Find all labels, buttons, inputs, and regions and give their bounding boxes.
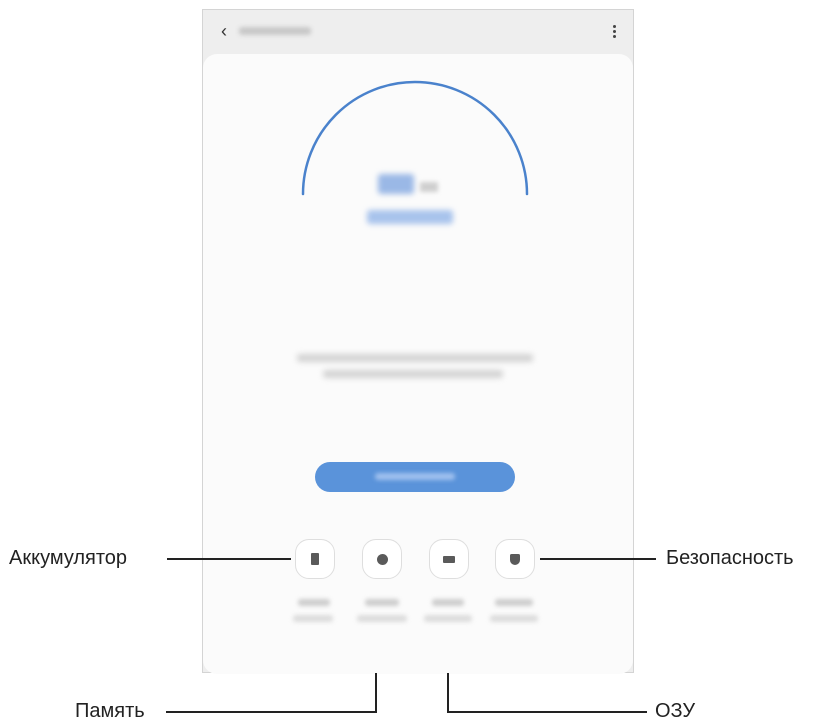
back-button[interactable]: ‹ [214, 18, 234, 44]
battery-label [298, 599, 330, 606]
callout-storage: Память [75, 700, 145, 722]
callout-security: Безопасность [666, 547, 794, 569]
score-unit [420, 182, 438, 192]
device-care-card [203, 54, 633, 674]
battery-button[interactable] [295, 539, 335, 579]
device-status-text [367, 210, 453, 224]
callout-storage-line-h [166, 711, 377, 713]
app-bar: ‹ [203, 10, 633, 52]
memory-button[interactable] [429, 539, 469, 579]
storage-pie-icon [376, 553, 388, 565]
storage-status [357, 615, 407, 622]
storage-button[interactable] [362, 539, 402, 579]
battery-status [293, 615, 333, 622]
callout-storage-line-v [375, 673, 377, 713]
callout-memory-line-h [447, 711, 647, 713]
more-options-button[interactable] [608, 20, 620, 42]
memory-label [432, 599, 464, 606]
score-gauge-arc [301, 80, 529, 196]
callout-memory-line-v [447, 673, 449, 713]
device-screen: ‹ [202, 9, 634, 674]
shield-icon [510, 553, 520, 565]
security-label [495, 599, 533, 606]
callout-security-line [540, 558, 656, 560]
callout-battery-line [167, 558, 291, 560]
security-status [490, 615, 538, 622]
memory-status [424, 615, 472, 622]
security-button[interactable] [495, 539, 535, 579]
optimize-now-button[interactable] [315, 462, 515, 492]
screen-title [239, 27, 311, 35]
description-line-2 [323, 370, 503, 378]
description-line-1 [297, 354, 533, 362]
score-value [378, 174, 414, 194]
storage-label [365, 599, 399, 606]
memory-chip-icon [443, 555, 455, 563]
callout-memory: ОЗУ [655, 700, 696, 722]
battery-icon [311, 553, 319, 565]
callout-battery: Аккумулятор [9, 547, 128, 569]
